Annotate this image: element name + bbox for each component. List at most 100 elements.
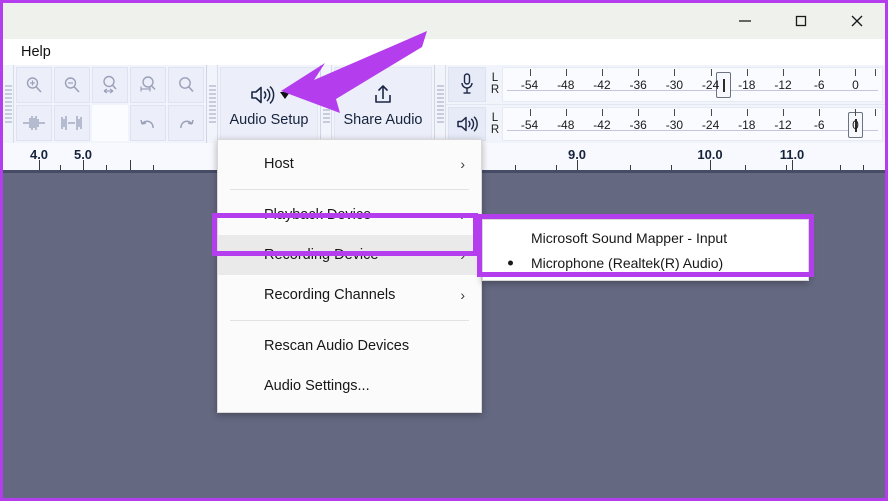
- meter-tick: [601, 108, 603, 116]
- menu-item-host[interactable]: Host ›: [218, 144, 481, 184]
- minimize-button[interactable]: [717, 3, 773, 39]
- meter-tick: [819, 108, 821, 116]
- meter-tick: [710, 108, 712, 116]
- recording-meter-channel-labels: L R: [488, 65, 502, 104]
- meter-tick-label: -54: [520, 117, 539, 132]
- submenu-item[interactable]: Microphone (Realtek(R) Audio): [483, 250, 808, 275]
- channel-label-left: L: [491, 72, 499, 85]
- chevron-right-icon: ›: [460, 247, 465, 263]
- microphone-icon: [461, 73, 473, 94]
- meter-tick-label: -12: [774, 78, 792, 92]
- playback-meter-channel-labels: L R: [488, 105, 502, 144]
- ruler-minor-tick: [60, 165, 61, 170]
- window-controls: [717, 3, 885, 39]
- speaker-icon: [457, 115, 478, 132]
- menu-item-help[interactable]: Help: [11, 42, 61, 62]
- chevron-right-icon: ›: [460, 207, 465, 223]
- menu-separator: [230, 189, 469, 190]
- ruler-minor-tick: [106, 165, 107, 170]
- menu-item-playback-device[interactable]: Playback Device ›: [218, 195, 481, 235]
- toolbar-grip-tools[interactable]: [3, 65, 14, 143]
- ruler-minor-tick: [556, 165, 557, 170]
- redo-button[interactable]: [168, 105, 204, 141]
- meter-tick: [710, 69, 712, 76]
- menu-item-recording-channels[interactable]: Recording Channels ›: [218, 275, 481, 315]
- silence-audio-button[interactable]: [54, 105, 90, 141]
- share-audio-button[interactable]: Share Audio: [334, 67, 432, 141]
- toolbar-grip-share-audio[interactable]: [321, 65, 332, 143]
- fit-project-button[interactable]: [130, 67, 166, 103]
- meter-tick: [746, 69, 748, 76]
- maximize-button[interactable]: [773, 3, 829, 39]
- menu-item-label: Host: [264, 156, 294, 172]
- fit-selection-button[interactable]: [92, 67, 128, 103]
- trim-audio-button[interactable]: [16, 105, 52, 141]
- zoom-out-button[interactable]: [54, 67, 90, 103]
- meter-tick-label: -48: [557, 78, 575, 92]
- meter-tick-label: -54: [520, 78, 539, 92]
- recording-meter-button[interactable]: [448, 67, 486, 102]
- submenu-item[interactable]: Microsoft Sound Mapper - Input: [483, 225, 808, 250]
- redo-icon: [180, 119, 194, 129]
- silence-audio-icon: [61, 116, 82, 130]
- meter-tick-label: -24: [701, 78, 720, 92]
- audio-setup-button[interactable]: Audio Setup: [220, 67, 318, 141]
- meter-tick: [529, 108, 531, 116]
- zoom-toggle-button[interactable]: [168, 67, 204, 103]
- menu-separator: [230, 320, 469, 321]
- meter-tick: [638, 69, 640, 76]
- meter-tick: [601, 69, 603, 76]
- recording-meter-scale[interactable]: -54 -48 -42 -36 -30 -24 -18 -12 -6 0: [502, 67, 883, 102]
- audio-setup-toolbar: Audio Setup: [218, 65, 321, 143]
- close-button[interactable]: [829, 3, 885, 39]
- meter-tick: [875, 69, 877, 76]
- menu-item-rescan-audio-devices[interactable]: Rescan Audio Devices: [218, 326, 481, 366]
- meter-tick: [674, 108, 676, 116]
- menu-item-label: Rescan Audio Devices: [264, 338, 410, 354]
- zoom-out-icon: [64, 77, 80, 93]
- ruler-minor-tick: [786, 165, 787, 170]
- menu-item-label: Audio Settings...: [264, 378, 370, 394]
- trim-audio-icon: [23, 116, 45, 130]
- meter-tick-label: -36: [629, 117, 647, 132]
- ruler-major-tick: [577, 160, 578, 170]
- zoom-in-button[interactable]: [16, 67, 52, 103]
- menu-item-label: Playback Device: [264, 207, 372, 223]
- toolbar-strip: Audio Setup Share Audio L R -54 -48 -42 …: [3, 65, 885, 143]
- meter-tick-label: 0: [852, 78, 859, 92]
- channel-label-right: R: [490, 84, 500, 97]
- share-audio-toolbar: Share Audio: [332, 65, 435, 143]
- meter-tick: [746, 108, 748, 116]
- toolbar-empty-slot: [92, 105, 128, 141]
- undo-button[interactable]: [130, 105, 166, 141]
- audacity-window: Help Audio Setup Share Audio L R -54 -48…: [0, 0, 888, 501]
- title-bar: [3, 3, 885, 39]
- channel-label-right: R: [490, 123, 500, 136]
- meter-tick-label: -42: [593, 117, 611, 132]
- toolbar-grip-audio-setup[interactable]: [207, 65, 218, 143]
- meter-toolbars: L R -54 -48 -42 -36 -30 -24 -18 -12 -6 0: [446, 65, 885, 143]
- menu-item-recording-device[interactable]: Recording Device ›: [218, 235, 481, 275]
- playback-meter-button[interactable]: [448, 106, 486, 141]
- fit-selection-icon: [103, 75, 117, 94]
- meter-tick: [565, 108, 567, 116]
- meter-tick-label: -6: [813, 117, 825, 132]
- meter-tick-label: -24: [701, 117, 720, 132]
- speaker-icon: [250, 86, 274, 104]
- meter-tick: [529, 69, 531, 76]
- menu-item-audio-settings[interactable]: Audio Settings...: [218, 366, 481, 406]
- meter-tick-label: -12: [774, 117, 792, 132]
- meter-tick-label: -6: [813, 78, 825, 92]
- audio-setup-dropdown-menu: Host › Playback Device › Recording Device › Re…: [217, 139, 482, 413]
- ruler-minor-tick: [863, 165, 864, 170]
- meter-tick-label: -48: [557, 117, 575, 132]
- meter-tick-label: -18: [738, 78, 756, 92]
- meter-tick: [875, 108, 877, 116]
- zoom-in-icon: [26, 77, 42, 93]
- playback-meter-scale[interactable]: -54 -48 -42 -36 -30 -24 -18 -12 -6 0: [502, 106, 883, 141]
- chevron-right-icon: ›: [460, 287, 465, 303]
- share-audio-label: Share Audio: [343, 112, 423, 128]
- chevron-down-icon: [279, 91, 290, 99]
- toolbar-grip-meters[interactable]: [435, 65, 446, 143]
- menu-item-label: Recording Channels: [264, 287, 396, 303]
